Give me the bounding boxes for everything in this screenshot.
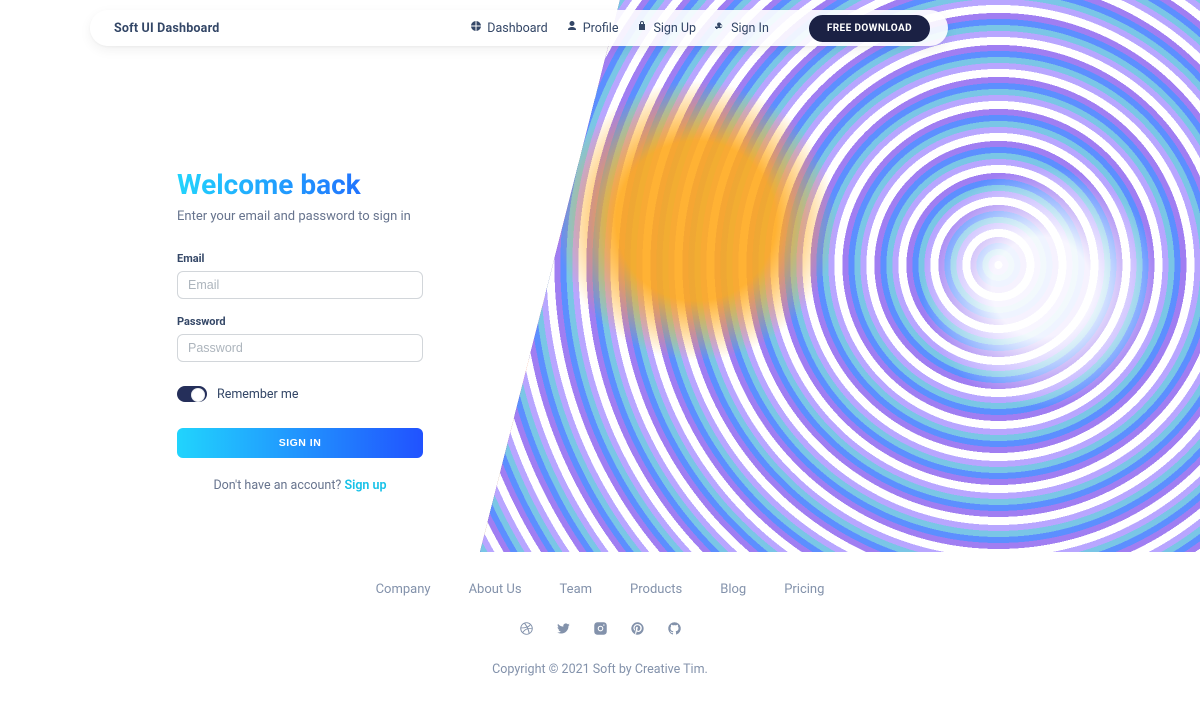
- user-icon: [566, 20, 578, 36]
- footer-link-about[interactable]: About Us: [469, 582, 522, 597]
- brand-title: Soft UI Dashboard: [114, 21, 219, 36]
- footer-link-team[interactable]: Team: [560, 582, 593, 597]
- hero-background: [480, 0, 1200, 552]
- nav-link-label: Sign Up: [653, 21, 696, 36]
- nav-link-label: Profile: [583, 21, 619, 36]
- free-download-button[interactable]: FREE DOWNLOAD: [809, 15, 930, 42]
- signin-button[interactable]: SIGN IN: [177, 428, 423, 458]
- key-icon: [714, 20, 726, 36]
- signup-link[interactable]: Sign up: [344, 478, 386, 493]
- nav-link-signin[interactable]: Sign In: [714, 20, 769, 36]
- remember-label: Remember me: [217, 387, 298, 402]
- signin-form: Welcome back Enter your email and passwo…: [177, 168, 423, 493]
- footer-link-company[interactable]: Company: [376, 582, 431, 597]
- footer-link-products[interactable]: Products: [630, 582, 682, 597]
- footer-social: [0, 621, 1200, 640]
- remember-toggle[interactable]: [177, 386, 207, 402]
- footer-link-blog[interactable]: Blog: [720, 582, 746, 597]
- nav-link-profile[interactable]: Profile: [566, 20, 619, 36]
- page-footer: Company About Us Team Products Blog Pric…: [0, 582, 1200, 677]
- pie-chart-icon: [470, 20, 482, 36]
- signup-prompt: Don't have an account? Sign up: [177, 478, 423, 493]
- nav-link-signup[interactable]: Sign Up: [636, 20, 696, 36]
- email-label: Email: [177, 252, 423, 265]
- pinterest-icon[interactable]: [630, 621, 645, 640]
- nav-link-label: Sign In: [731, 21, 769, 36]
- badge-icon: [636, 20, 648, 36]
- top-navbar: Soft UI Dashboard Dashboard Profile Sign…: [90, 10, 948, 46]
- footer-links: Company About Us Team Products Blog Pric…: [0, 582, 1200, 597]
- password-label: Password: [177, 315, 423, 328]
- footer-link-pricing[interactable]: Pricing: [784, 582, 824, 597]
- twitter-icon[interactable]: [556, 621, 571, 640]
- nav-link-dashboard[interactable]: Dashboard: [470, 20, 547, 36]
- page-title: Welcome back: [177, 168, 423, 201]
- nav-links: Dashboard Profile Sign Up Sign In FREE D…: [470, 15, 930, 42]
- footer-copyright: Copyright © 2021 Soft by Creative Tim.: [0, 662, 1200, 677]
- signup-prompt-text: Don't have an account?: [213, 478, 344, 493]
- instagram-icon[interactable]: [593, 621, 608, 640]
- nav-link-label: Dashboard: [487, 21, 547, 36]
- email-field[interactable]: [177, 271, 423, 299]
- github-icon[interactable]: [667, 621, 682, 640]
- remember-row: Remember me: [177, 386, 423, 402]
- page-subtitle: Enter your email and password to sign in: [177, 209, 423, 224]
- dribbble-icon[interactable]: [519, 621, 534, 640]
- password-field[interactable]: [177, 334, 423, 362]
